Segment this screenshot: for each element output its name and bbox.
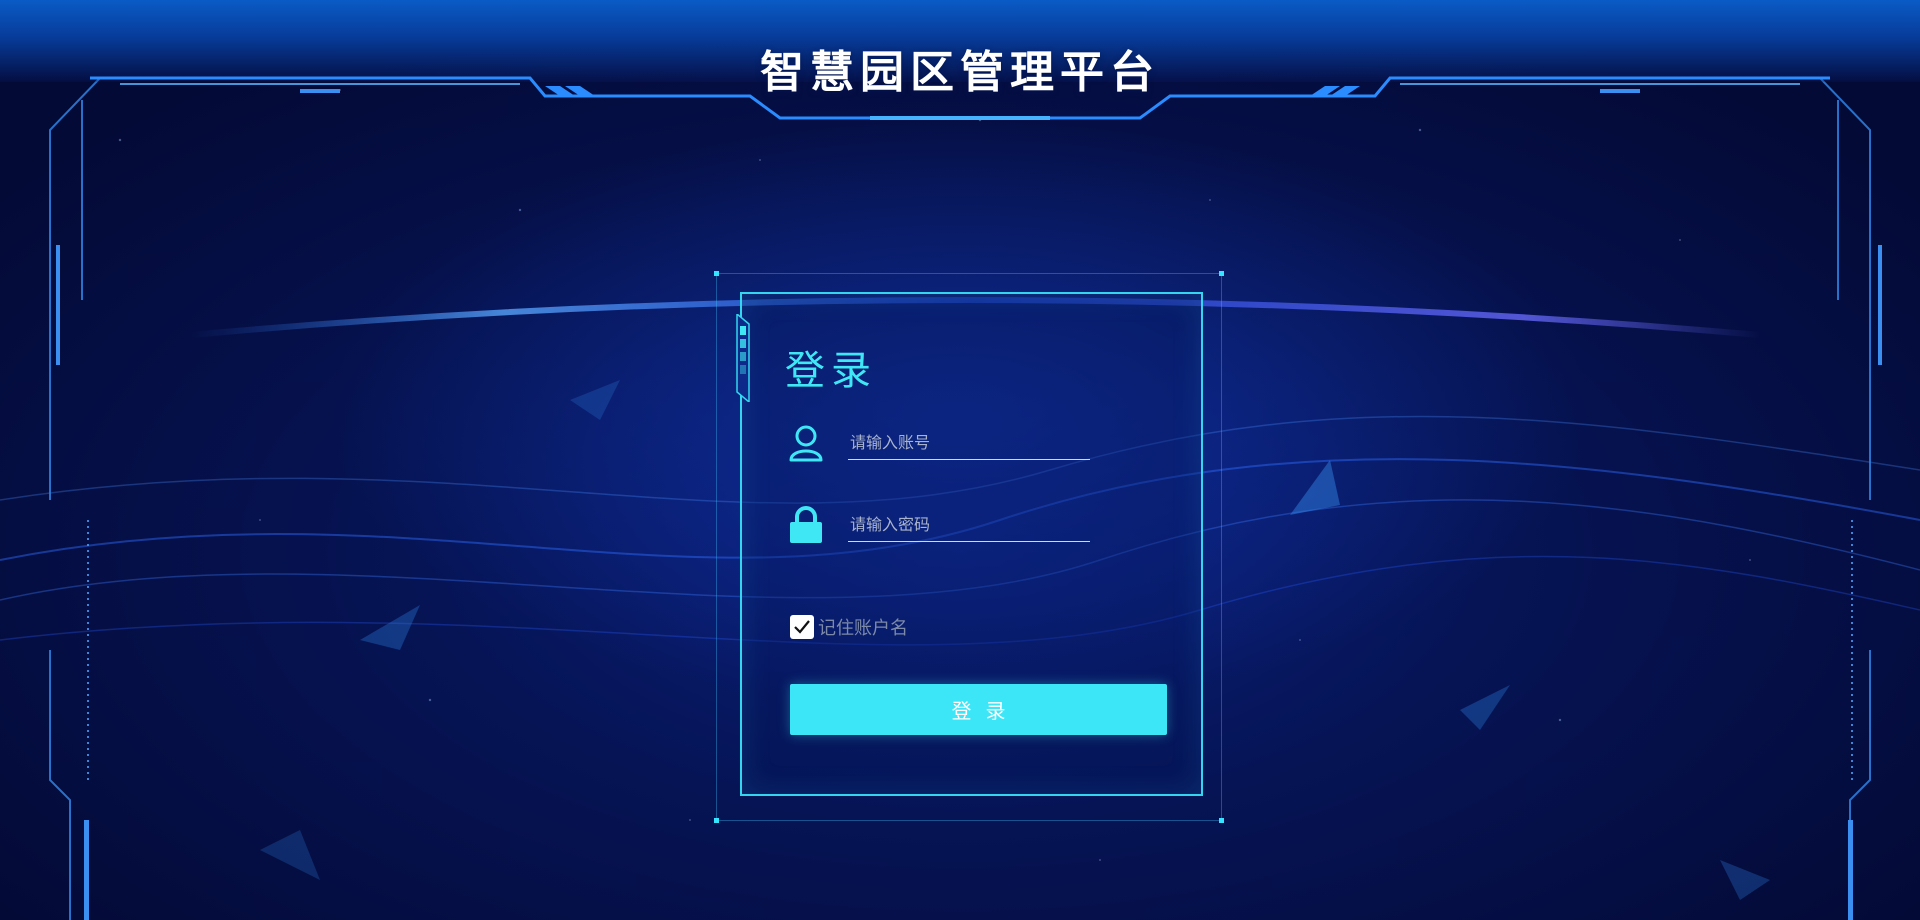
login-title: 登录	[785, 348, 877, 394]
login-button[interactable]: 登录	[790, 684, 1167, 735]
password-input[interactable]	[848, 508, 1090, 542]
frame-corner	[1219, 818, 1224, 823]
password-row	[788, 502, 1090, 548]
check-icon	[794, 620, 810, 634]
frame-corner	[1219, 271, 1224, 276]
username-input[interactable]	[848, 426, 1090, 460]
user-icon	[789, 425, 823, 462]
panel-side-tab	[736, 314, 750, 402]
remember-checkbox[interactable]	[790, 615, 814, 639]
username-row	[788, 420, 1090, 466]
page-title: 智慧园区管理平台	[760, 47, 1160, 98]
frame-corner	[714, 818, 719, 823]
lock-icon	[790, 506, 822, 543]
remember-label: 记住账户名	[818, 618, 908, 639]
frame-corner	[714, 271, 719, 276]
remember-account-option[interactable]: 记住账户名	[790, 614, 908, 640]
login-page: 智慧园区管理平台 登录 请输入账号 记住账户名 登录	[0, 0, 1920, 920]
